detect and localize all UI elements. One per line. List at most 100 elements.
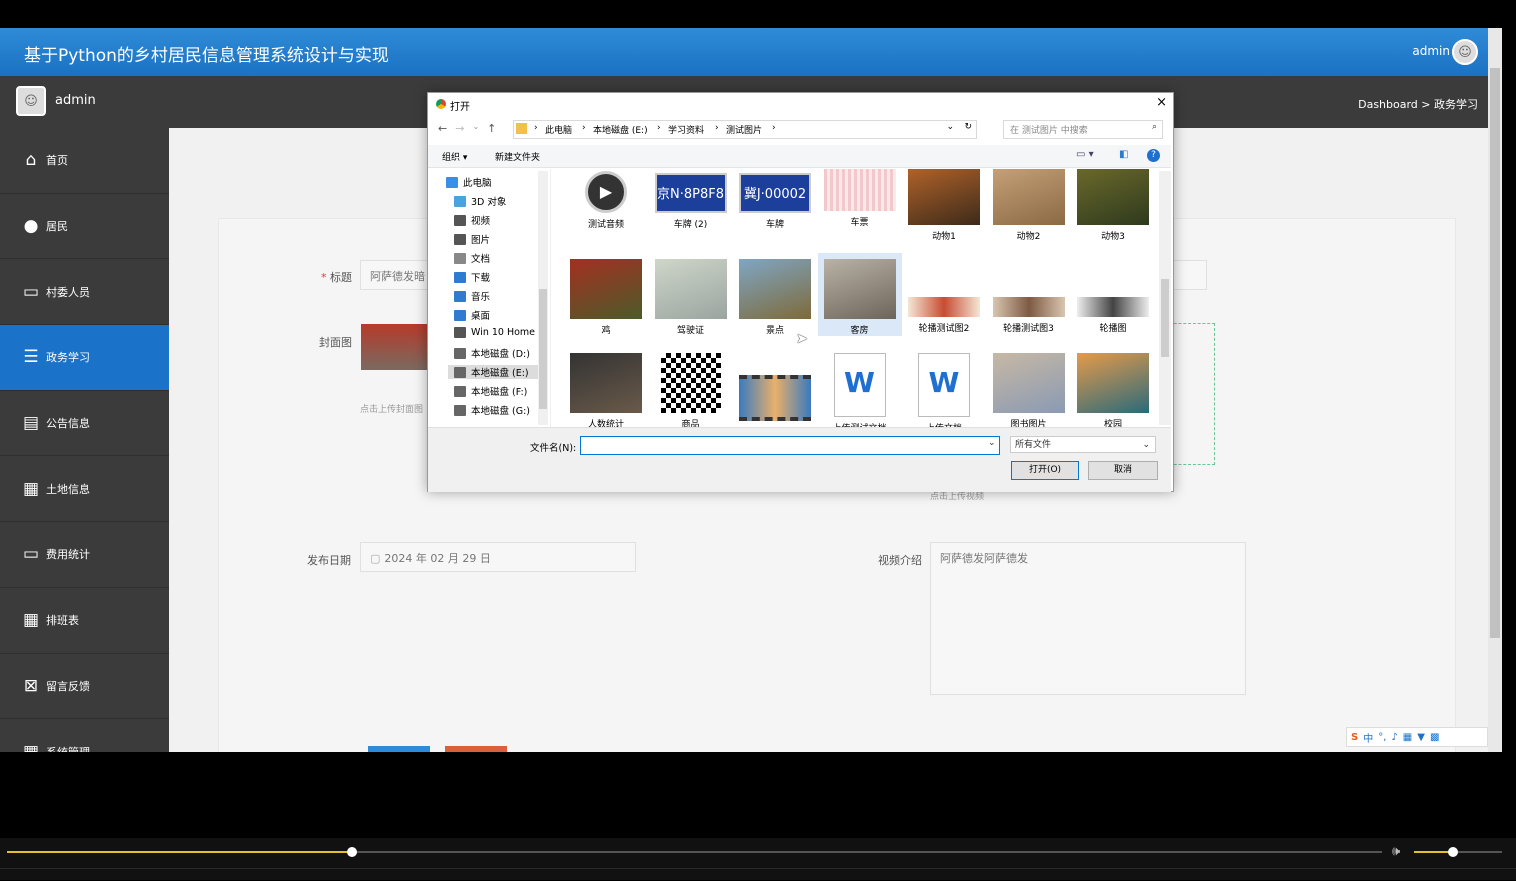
tree-item[interactable]: 音乐 xyxy=(454,289,490,303)
sidebar-item-label: 系统管理 xyxy=(46,744,90,752)
tree-item[interactable]: 文档 xyxy=(454,251,490,265)
cancel-button[interactable]: 取消 xyxy=(1088,461,1158,480)
file-thumbnail xyxy=(908,297,980,317)
header-username[interactable]: admin xyxy=(1412,44,1450,58)
tree-item[interactable]: 视频 xyxy=(454,213,490,227)
file-name: 动物2 xyxy=(1016,232,1041,242)
organize-button[interactable]: 组织 ▾ xyxy=(442,150,467,163)
seek-handle[interactable] xyxy=(347,847,357,857)
filename-input[interactable] xyxy=(580,436,1000,455)
file-item[interactable]: W上传测试文档 xyxy=(818,353,902,427)
tree-item[interactable]: 3D 对象 xyxy=(454,194,506,208)
view-mode-icon[interactable]: ▭ ▾ xyxy=(1076,149,1094,160)
intro-textarea[interactable]: 阿萨德发阿萨德发 xyxy=(930,542,1246,695)
file-item[interactable]: 人数统计 xyxy=(564,353,648,427)
file-item[interactable]: 驾驶证 xyxy=(649,259,733,336)
date-input[interactable]: ▢ 2024 年 02 月 29 日 xyxy=(360,542,636,572)
volume-icon[interactable]: 🕪 xyxy=(1392,844,1400,859)
sidebar-item-committee[interactable]: ▭ 村委人员 xyxy=(0,259,169,326)
sidebar-item-schedule[interactable]: ▦ 排班表 xyxy=(0,588,169,654)
sidebar-item-system[interactable]: ▦ 系统管理 ⌄ xyxy=(0,719,169,752)
file-item[interactable]: 冀J·00002 车牌 xyxy=(733,169,817,230)
file-item[interactable]: 景点 xyxy=(733,259,817,336)
sidebar-item-fees[interactable]: ▭ 费用统计 xyxy=(0,522,169,588)
page-scrollbar[interactable] xyxy=(1488,28,1502,752)
file-item[interactable]: 京N·8P8F8 车牌 (2) xyxy=(649,169,733,230)
help-icon[interactable]: ? xyxy=(1147,149,1160,162)
punctuation-icon: °, xyxy=(1378,731,1387,743)
file-name: 轮播图 xyxy=(1099,324,1127,334)
file-item[interactable]: W上传文档 xyxy=(902,353,986,427)
file-item[interactable]: 轮播测试图3 xyxy=(987,259,1071,334)
file-name: 客房 xyxy=(850,326,869,336)
close-icon[interactable]: × xyxy=(1156,95,1167,110)
search-box[interactable]: 在 测试图片 中搜索 ⌕ xyxy=(1003,120,1163,139)
header-avatar[interactable]: ☺ xyxy=(1452,39,1478,65)
tree-item[interactable]: 本地磁盘 (F:) xyxy=(454,384,527,398)
tree-item[interactable]: 桌面 xyxy=(454,308,490,322)
file-item[interactable]: 校园 xyxy=(1071,353,1155,427)
file-item[interactable]: 动物3 xyxy=(1071,169,1155,242)
file-item[interactable]: 轮播测试图2 xyxy=(902,259,986,334)
page-scrollbar-thumb[interactable] xyxy=(1490,68,1500,638)
sidebar-item-label: 留言反馈 xyxy=(46,679,90,693)
sidebar-item-home[interactable]: ⌂ 首页 xyxy=(0,128,169,194)
path-segment[interactable]: 测试图片 xyxy=(726,123,762,136)
up-icon[interactable]: ↑ xyxy=(487,122,496,135)
tree-item-label: 文档 xyxy=(471,254,491,265)
app-title: 基于Python的乡村居民信息管理系统设计与实现 xyxy=(24,46,389,66)
tree-item[interactable]: 本地磁盘 (G:) xyxy=(454,403,530,417)
new-folder-button[interactable]: 新建文件夹 xyxy=(495,150,540,163)
filetype-select[interactable]: 所有文件 ⌄ xyxy=(1010,436,1156,453)
file-list-scrollbar[interactable] xyxy=(1159,171,1171,425)
nav-pane-scrollbar[interactable] xyxy=(538,171,548,425)
tree-item[interactable]: Win 10 Home › xyxy=(454,327,542,338)
forward-icon[interactable]: → xyxy=(455,122,464,135)
cancel-form-button[interactable] xyxy=(445,746,507,752)
path-segment[interactable]: 本地磁盘 (E:) xyxy=(593,123,648,136)
ime-toolbar[interactable]: S 中 °, ♪ ▦ ▼ ▩ xyxy=(1346,727,1488,747)
tree-item[interactable]: 本地磁盘 (D:) xyxy=(454,346,530,360)
file-thumbnail: 冀J·00002 xyxy=(739,173,811,213)
file-item[interactable]: 上传测试视频 xyxy=(733,353,817,427)
file-item[interactable]: 车票 xyxy=(818,169,902,228)
file-item[interactable]: 商品 xyxy=(649,353,733,427)
sidebar-item-residents[interactable]: ● 居民 xyxy=(0,194,169,260)
sidebar-item-notices[interactable]: ▤ 公告信息 xyxy=(0,391,169,457)
tree-item-label: 图片 xyxy=(471,235,491,246)
keyboard-icon: ▦ xyxy=(1402,731,1413,743)
file-item[interactable]: 客房 xyxy=(817,253,902,336)
preview-pane-icon[interactable]: ◧ xyxy=(1119,149,1128,160)
clipboard-icon: ⊠ xyxy=(23,675,39,696)
file-item[interactable]: 动物1 xyxy=(902,169,986,242)
tree-item[interactable]: 下载 xyxy=(454,270,490,284)
back-icon[interactable]: ← xyxy=(438,122,447,135)
video-upload-box[interactable] xyxy=(1169,323,1215,465)
file-item[interactable]: 鸡 xyxy=(564,259,648,336)
open-button[interactable]: 打开(O) xyxy=(1011,461,1079,480)
refresh-icon[interactable]: ↻ xyxy=(964,122,972,132)
filename-dropdown-icon[interactable]: ⌄ xyxy=(988,438,996,448)
sidebar-item-land[interactable]: ▦ 土地信息 xyxy=(0,456,169,523)
sidebar-item-label: 排班表 xyxy=(46,614,79,628)
volume-handle[interactable] xyxy=(1448,847,1458,857)
file-item[interactable]: 图书图片 xyxy=(987,353,1071,427)
file-thumbnail: W xyxy=(833,353,886,417)
skin-icon: ▼ xyxy=(1417,731,1425,743)
tree-item[interactable]: 本地磁盘 (E:) xyxy=(448,365,544,379)
grid-icon: ▦ xyxy=(22,478,40,499)
address-bar[interactable]: › 此电脑 › 本地磁盘 (E:) › 学习资料 › 测试图片 › ⌄ ↻ xyxy=(513,120,977,139)
file-item[interactable]: 轮播图 xyxy=(1071,259,1155,334)
tree-item[interactable]: 图片 xyxy=(454,232,490,246)
path-segment[interactable]: 学习资料 xyxy=(668,123,704,136)
submit-button[interactable] xyxy=(368,746,430,752)
file-item[interactable]: 动物2 xyxy=(987,169,1071,242)
file-thumbnail xyxy=(739,259,811,319)
file-item[interactable]: ▶ 测试音频 xyxy=(564,169,648,230)
path-segment[interactable]: 此电脑 xyxy=(545,123,572,136)
recent-icon[interactable]: ⌄ xyxy=(472,122,479,135)
tree-item[interactable]: 此电脑 xyxy=(446,175,492,189)
address-dropdown-icon[interactable]: ⌄ xyxy=(946,122,954,132)
sidebar-item-gov-study[interactable]: ☰ 政务学习 xyxy=(0,325,169,391)
sidebar-item-feedback[interactable]: ⊠ 留言反馈 xyxy=(0,654,169,720)
